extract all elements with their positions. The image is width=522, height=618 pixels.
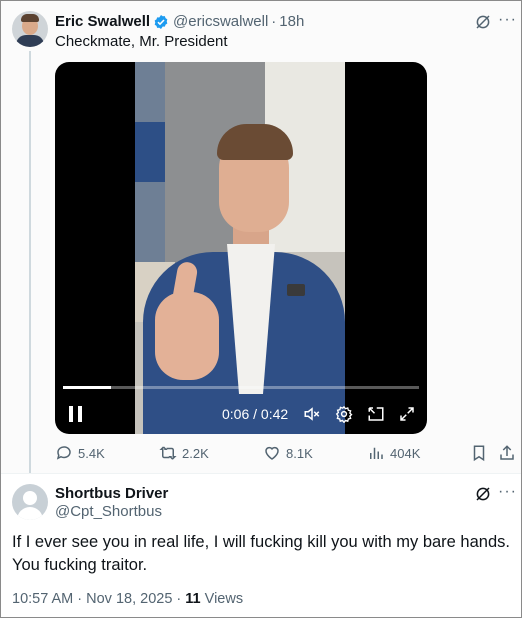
reply-views-label: Views [200, 591, 244, 607]
video-progress-fill [63, 386, 112, 389]
reply-timestamp[interactable]: 10:57 AM · Nov 18, 2025 · [12, 591, 185, 607]
screenshot-frame: Eric Swalwell @ericswalwell · 18h Checkm… [0, 0, 522, 618]
thread-connector-line [29, 51, 31, 473]
like-button[interactable]: 8.1K [263, 444, 313, 462]
avatar-default[interactable] [12, 484, 48, 520]
play-pause-icon[interactable] [69, 406, 83, 422]
author-name[interactable]: Eric Swalwell [55, 13, 150, 30]
views-button[interactable]: 404K [367, 444, 420, 462]
fullscreen-icon[interactable] [398, 405, 416, 423]
video-time: 0:06 / 0:42 [222, 406, 288, 422]
more-icon[interactable]: ··· [498, 483, 517, 501]
original-tweet[interactable]: Eric Swalwell @ericswalwell · 18h Checkm… [1, 1, 521, 473]
mute-icon[interactable] [303, 405, 321, 423]
views-count: 404K [390, 445, 421, 461]
reply-button[interactable]: 5.4K [55, 444, 105, 462]
verified-badge-icon [154, 14, 168, 29]
video-player[interactable]: 0:06 / 0:42 [55, 62, 427, 434]
tweet-header: Eric Swalwell @ericswalwell · 18h [55, 13, 304, 30]
pip-icon[interactable] [367, 405, 385, 423]
settings-icon[interactable] [335, 405, 353, 423]
reply-count: 5.4K [78, 445, 105, 461]
reply-text: If I ever see you in real life, I will f… [12, 533, 510, 574]
like-icon [265, 446, 279, 460]
views-icon [370, 447, 383, 459]
video-time-separator: / [249, 406, 261, 422]
like-count: 8.1K [286, 445, 313, 461]
tweet-action-bar: 5.4K 2.2K 8.1K 404K [55, 444, 517, 464]
avatar-eric-swalwell[interactable] [12, 11, 48, 47]
tweet-text: Checkmate, Mr. President [55, 33, 228, 50]
repost-count: 2.2K [182, 445, 209, 461]
video-progress-bar[interactable] [63, 386, 419, 389]
author-handle[interactable]: @ericswalwell [173, 13, 268, 30]
video-duration: 0:42 [260, 406, 289, 422]
grok-icon[interactable] [474, 485, 492, 503]
more-icon[interactable]: ··· [498, 11, 517, 29]
grok-icon[interactable] [474, 13, 492, 31]
video-frame [135, 62, 345, 434]
reply-views-count: 11 [185, 591, 201, 607]
separator-dot: · [271, 13, 277, 30]
relative-time[interactable]: 18h [279, 13, 304, 30]
bookmark-icon[interactable] [470, 444, 488, 462]
reply-meta: 10:57 AM · Nov 18, 2025 · 11 Views [12, 591, 243, 607]
repost-icon [159, 446, 177, 460]
reply-icon [56, 446, 71, 460]
video-current-time: 0:06 [222, 406, 250, 422]
share-icon[interactable] [498, 444, 516, 462]
repost-button[interactable]: 2.2K [159, 444, 209, 462]
tweet-divider [1, 473, 521, 474]
reply-author-handle[interactable]: @Cpt_Shortbus [55, 503, 162, 520]
reply-author-name[interactable]: Shortbus Driver [55, 485, 168, 502]
